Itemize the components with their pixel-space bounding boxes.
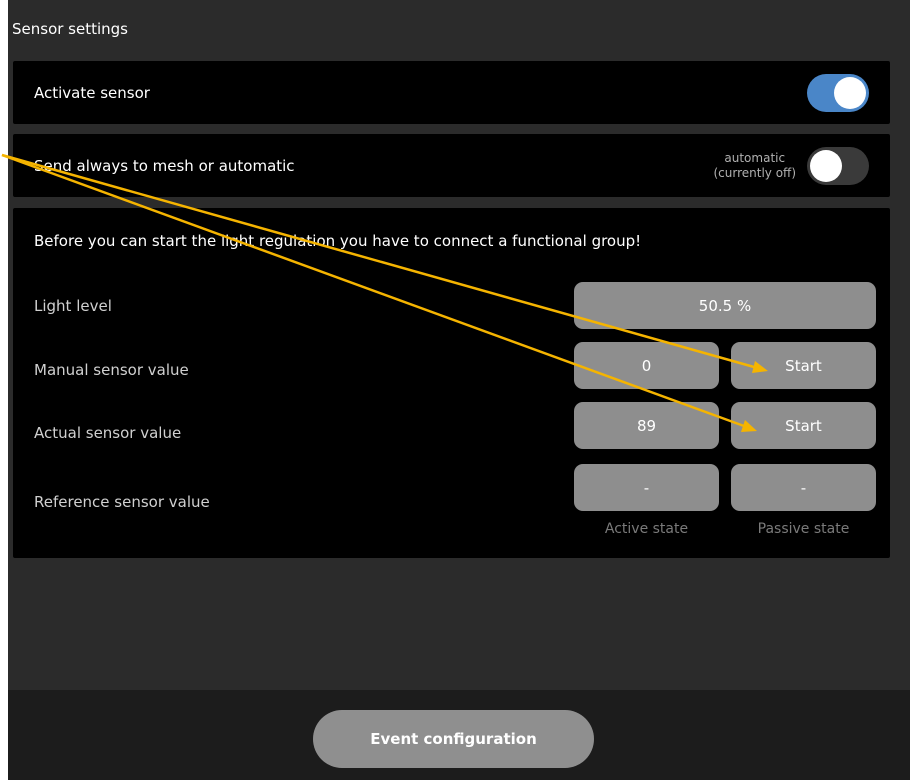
- footer-bar: Event configuration: [8, 690, 910, 780]
- functional-group-warning: Before you can start the light regulatio…: [34, 232, 642, 250]
- light-level-value: 50.5 %: [574, 282, 876, 329]
- active-state-caption: Active state: [604, 521, 689, 537]
- manual-sensor-value[interactable]: 0: [574, 342, 719, 389]
- light-regulation-panel: Before you can start the light regulatio…: [13, 208, 890, 558]
- mesh-caption-line1: automatic: [724, 150, 786, 165]
- mesh-toggle-caption: automatic (currently off): [713, 151, 796, 181]
- mesh-mode-row: Send always to mesh or automatic automat…: [13, 134, 890, 197]
- light-level-label: Light level: [34, 297, 112, 315]
- reference-passive-value: -: [731, 464, 876, 511]
- mesh-mode-label: Send always to mesh or automatic: [34, 156, 295, 175]
- page-title: Sensor settings: [12, 20, 129, 38]
- activate-sensor-row: Activate sensor: [13, 61, 890, 124]
- reference-active-value: -: [574, 464, 719, 511]
- actual-sensor-value: 89: [574, 402, 719, 449]
- sensor-settings-screen: Sensor settings Activate sensor Send alw…: [8, 0, 910, 780]
- actual-sensor-label: Actual sensor value: [34, 424, 182, 442]
- toggle-knob: [810, 149, 842, 182]
- mesh-mode-toggle[interactable]: [807, 146, 869, 185]
- mesh-caption-line2: (currently off): [713, 165, 796, 180]
- activate-sensor-toggle[interactable]: [807, 73, 869, 112]
- manual-sensor-label: Manual sensor value: [34, 361, 189, 379]
- event-configuration-button[interactable]: Event configuration: [313, 710, 594, 768]
- activate-sensor-label: Activate sensor: [34, 83, 150, 102]
- actual-sensor-start-button[interactable]: Start: [731, 402, 876, 449]
- manual-sensor-start-button[interactable]: Start: [731, 342, 876, 389]
- passive-state-caption: Passive state: [757, 521, 850, 537]
- toggle-knob: [834, 76, 866, 109]
- reference-sensor-label: Reference sensor value: [34, 493, 210, 511]
